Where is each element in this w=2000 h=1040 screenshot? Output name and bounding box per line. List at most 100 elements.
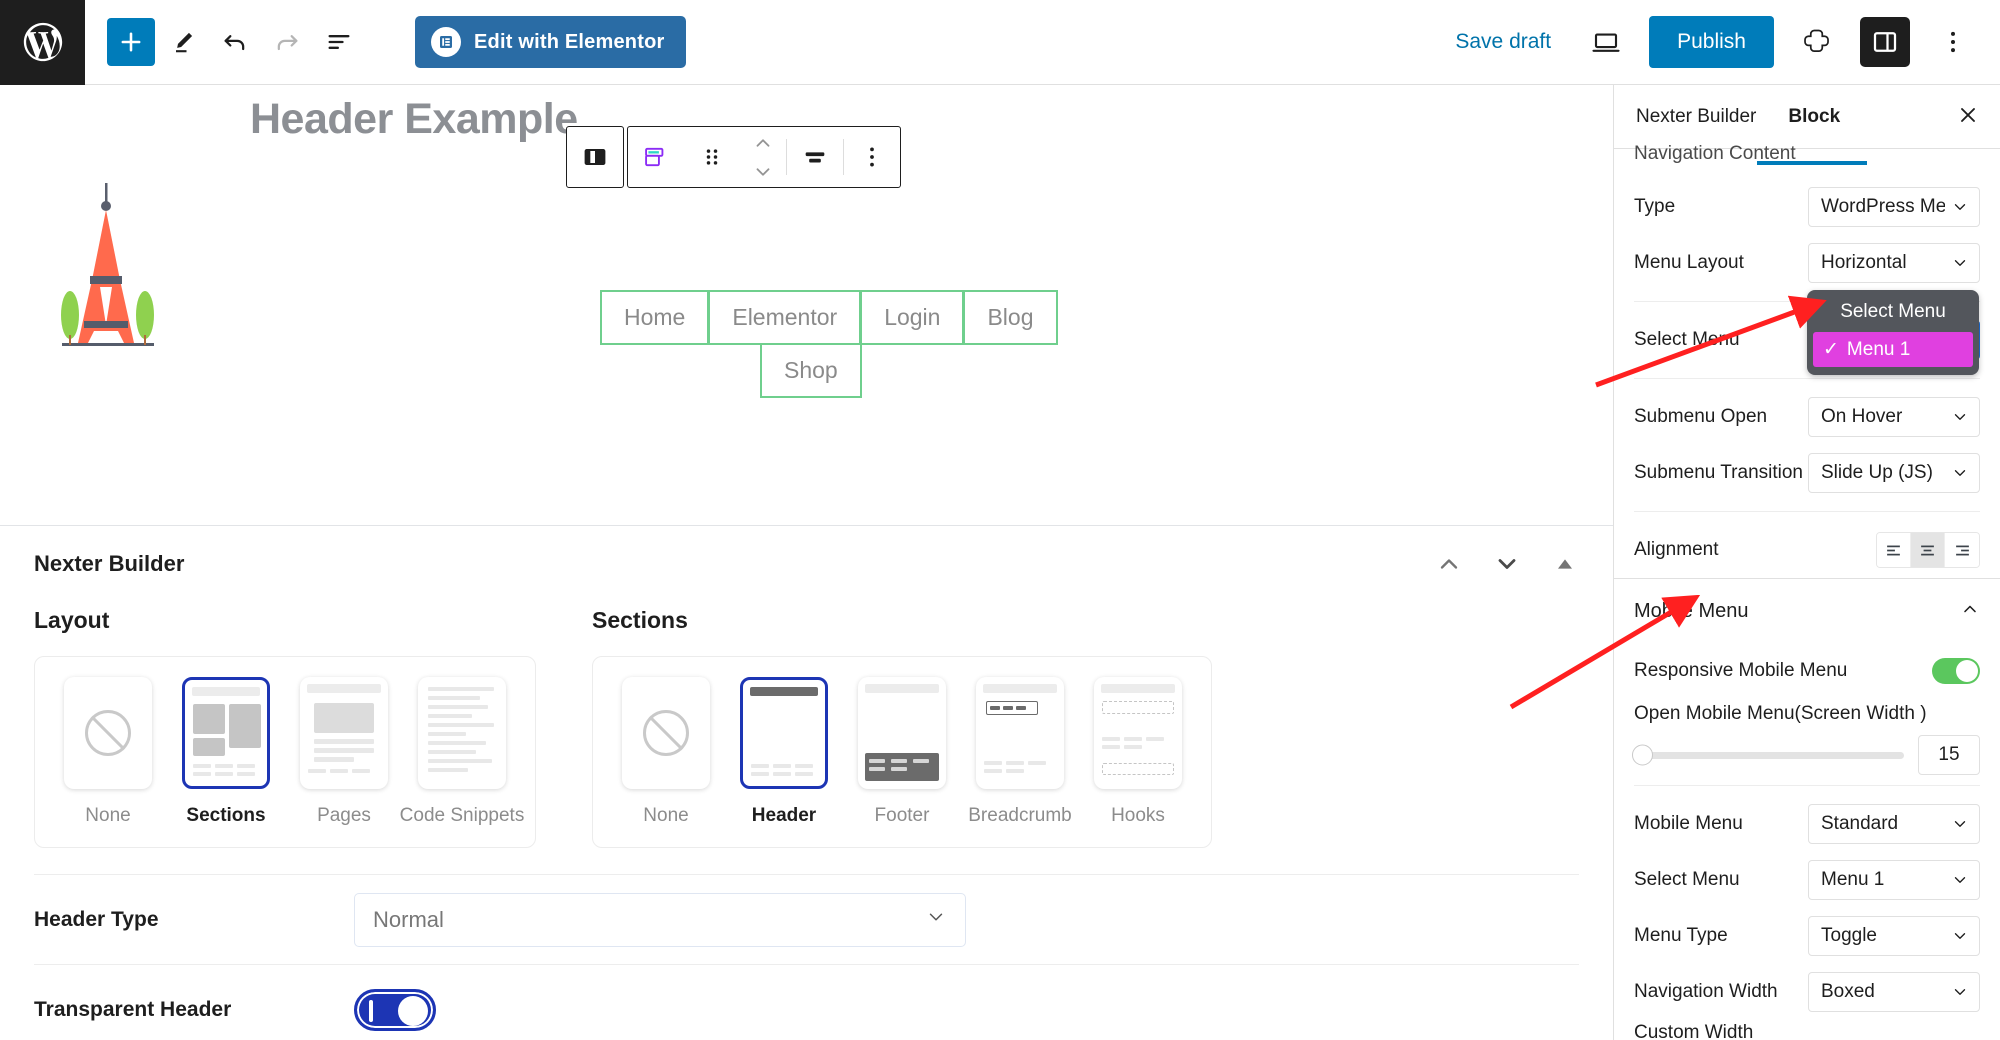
wordpress-logo-icon[interactable] — [0, 0, 85, 85]
align-left-icon[interactable] — [1877, 533, 1911, 567]
field-menu-type-select[interactable]: Toggle — [1808, 916, 1980, 956]
nav-item-blog[interactable]: Blog — [963, 290, 1057, 345]
sidebar-scroll-area[interactable]: Navigation Content Type WordPress Men Me… — [1614, 149, 2000, 1040]
layout-option-none[interactable]: None — [57, 677, 159, 827]
field-menu-layout-label: Menu Layout — [1634, 252, 1744, 274]
screen-width-value[interactable]: 15 — [1918, 735, 1980, 775]
block-settings-sidebar: Nexter Builder Block Navigation Content … — [1613, 85, 2000, 1040]
save-draft-button[interactable]: Save draft — [1443, 22, 1563, 62]
sections-group: Sections None Header — [592, 607, 1212, 848]
editor-canvas: Header Example — [0, 85, 1613, 525]
kebab-menu-icon[interactable] — [1928, 17, 1978, 67]
collapse-up-icon[interactable] — [1435, 550, 1463, 578]
sections-option-header-label: Header — [752, 805, 816, 827]
header-type-row: Header Type Normal — [34, 874, 1579, 964]
sections-group-label: Sections — [592, 607, 1212, 634]
select-menu-option-menu-1[interactable]: ✓ Menu 1 — [1813, 332, 1973, 367]
nav-item-login[interactable]: Login — [860, 290, 964, 345]
align-right-icon[interactable] — [1945, 533, 1979, 567]
layout-option-pages[interactable]: Pages — [293, 677, 395, 827]
select-menu-popover: Select Menu ✓ Menu 1 — [1807, 290, 1979, 375]
layout-option-sections[interactable]: Sections — [175, 677, 277, 827]
screen-width-slider[interactable] — [1634, 752, 1904, 759]
edit-with-elementor-label: Edit with Elementor — [474, 31, 664, 54]
topbar-right-tools: Save draft Publish — [1443, 16, 2000, 68]
field-menu-layout-select[interactable]: Horizontal — [1808, 243, 1980, 283]
nav-submenu-row: Shop — [760, 343, 1057, 398]
nav-item-shop[interactable]: Shop — [760, 343, 862, 398]
move-up-icon[interactable] — [740, 128, 786, 157]
builder-header: Nexter Builder — [0, 526, 1613, 601]
sections-option-none[interactable]: None — [615, 677, 717, 827]
align-icon[interactable] — [787, 127, 843, 187]
thumb-sections — [182, 677, 270, 789]
align-center-icon[interactable] — [1911, 533, 1945, 567]
jetpack-icon[interactable] — [1792, 17, 1842, 67]
nav-item-home[interactable]: Home — [600, 290, 709, 345]
sections-option-breadcrumb-label: Breadcrumb — [968, 805, 1072, 827]
transparent-header-toggle[interactable] — [354, 989, 436, 1031]
block-move-arrows — [740, 128, 786, 186]
page-title[interactable]: Header Example — [250, 95, 578, 144]
field-responsive-mobile-menu: Responsive Mobile Menu — [1614, 643, 2000, 699]
edit-with-elementor-button[interactable]: Edit with Elementor — [415, 16, 686, 68]
tools-pencil-icon[interactable] — [159, 18, 207, 66]
builder-panel-controls — [1435, 550, 1579, 578]
close-triangle-icon[interactable] — [1551, 550, 1579, 578]
chevron-down-icon — [1951, 198, 1969, 216]
more-options-icon[interactable] — [844, 127, 900, 187]
settings-sidebar-toggle-icon[interactable] — [1860, 17, 1910, 67]
expand-down-icon[interactable] — [1493, 550, 1521, 578]
select-menu-popover-title: Select Menu — [1813, 297, 1973, 332]
thumb-sec-none — [622, 677, 710, 789]
list-view-icon[interactable] — [315, 18, 363, 66]
transparent-header-row: Transparent Header — [34, 964, 1579, 1040]
field-type-select[interactable]: WordPress Men — [1808, 187, 1980, 227]
navigation-block-icon[interactable] — [628, 127, 684, 187]
header-type-field: Normal — [354, 893, 1579, 947]
sections-option-footer[interactable]: Footer — [851, 677, 953, 827]
mobile-menu-section-header[interactable]: Mobile Menu — [1614, 579, 2000, 643]
tab-nexter-builder[interactable]: Nexter Builder — [1634, 100, 1758, 134]
thumb-pages — [300, 677, 388, 789]
layout-option-pages-label: Pages — [317, 805, 371, 827]
layout-group-label: Layout — [34, 607, 536, 634]
undo-icon[interactable] — [211, 18, 259, 66]
move-down-icon[interactable] — [740, 157, 786, 186]
field-mobile-menu-select[interactable]: Standard — [1808, 804, 1980, 844]
layout-options: None Sections — [34, 656, 536, 848]
drag-handle-icon[interactable] — [684, 127, 740, 187]
tab-block[interactable]: Block — [1786, 100, 1842, 134]
header-type-select[interactable]: Normal — [354, 893, 966, 947]
columns-icon[interactable] — [567, 127, 623, 187]
field-navigation-width-label: Navigation Width — [1634, 981, 1778, 1003]
field-mobile-select-menu-value: Menu 1 — [1821, 869, 1945, 891]
thumb-code — [418, 677, 506, 789]
sections-option-header[interactable]: Header — [733, 677, 835, 827]
nav-item-elementor[interactable]: Elementor — [708, 290, 861, 345]
field-mobile-select-menu: Select Menu Menu 1 — [1614, 852, 2000, 908]
field-submenu-open-select[interactable]: On Hover — [1808, 397, 1980, 437]
block-toolbar-group-block — [627, 126, 901, 188]
field-mobile-select-menu-select[interactable]: Menu 1 — [1808, 860, 1980, 900]
layout-option-none-label: None — [85, 805, 130, 827]
sections-option-hooks[interactable]: Hooks — [1087, 677, 1189, 827]
publish-button[interactable]: Publish — [1649, 16, 1774, 68]
desktop-preview-icon[interactable] — [1581, 17, 1631, 67]
field-navigation-width-select[interactable]: Boxed — [1808, 972, 1980, 1012]
close-icon[interactable] — [1956, 103, 1980, 130]
field-submenu-open-value: On Hover — [1821, 406, 1945, 428]
sections-option-breadcrumb[interactable]: Breadcrumb — [969, 677, 1071, 827]
thumb-breadcrumb — [976, 677, 1064, 789]
layout-option-code-snippets[interactable]: Code Snippets — [411, 677, 513, 827]
screen-width-control: 15 — [1614, 725, 2000, 775]
check-icon: ✓ — [1823, 338, 1839, 361]
block-toolbar — [566, 126, 901, 188]
redo-icon[interactable] — [263, 18, 311, 66]
field-submenu-transition-select[interactable]: Slide Up (JS) — [1808, 453, 1980, 493]
responsive-mobile-menu-toggle[interactable] — [1932, 658, 1980, 684]
sections-option-hooks-label: Hooks — [1111, 805, 1165, 827]
field-responsive-mobile-menu-label: Responsive Mobile Menu — [1634, 660, 1847, 682]
add-block-button[interactable] — [107, 18, 155, 66]
field-submenu-open: Submenu Open On Hover — [1614, 389, 2000, 445]
